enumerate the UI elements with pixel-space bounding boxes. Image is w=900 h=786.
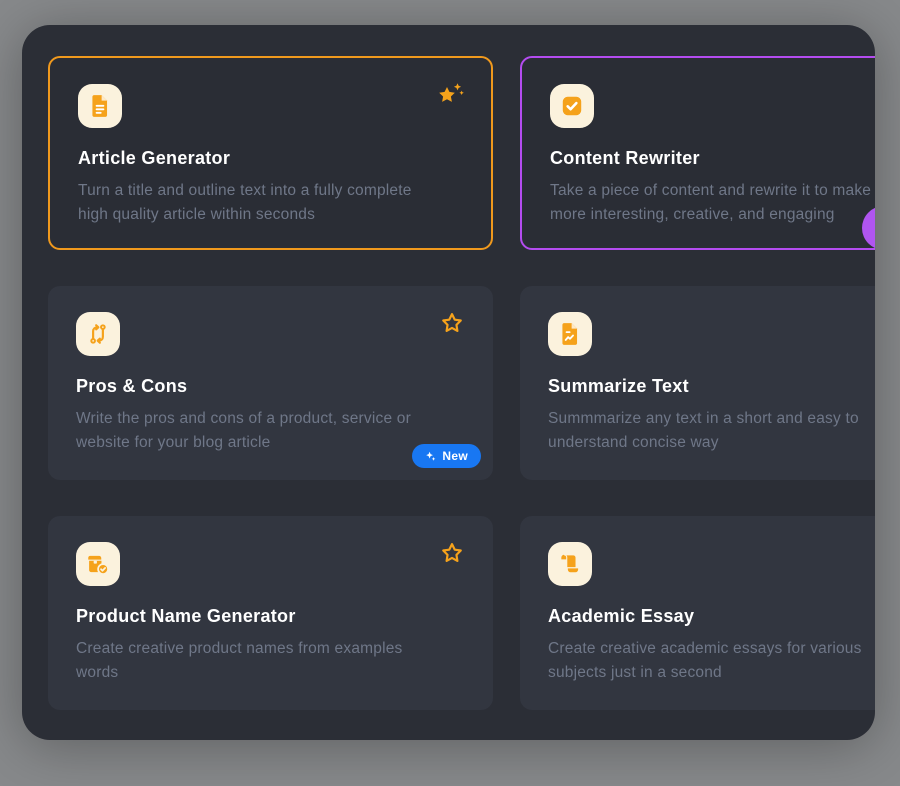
tool-card-academic-essay[interactable]: Academic Essay Create creative academic … [520, 516, 875, 710]
icon-tile [548, 312, 592, 356]
card-description: Create creative product names from examp… [76, 637, 465, 685]
favorite-star-button[interactable] [437, 308, 467, 338]
icon-tile [550, 84, 594, 128]
swap-arrows-icon [85, 321, 111, 347]
description-line: Create creative product names from examp… [76, 637, 465, 661]
card-title: Pros & Cons [76, 376, 465, 397]
star-outline-icon [439, 540, 465, 566]
tool-card-content-rewriter[interactable]: Content Rewriter Take a piece of content… [520, 56, 875, 250]
icon-tile [548, 542, 592, 586]
new-badge: New [412, 444, 481, 468]
icon-tile [78, 84, 122, 128]
article-document-icon [87, 93, 113, 119]
description-line: understand concise way [548, 431, 875, 455]
star-filled-sparkle-icon [435, 81, 465, 109]
tools-panel: Article Generator Turn a title and outli… [22, 25, 875, 740]
package-check-icon [85, 551, 111, 577]
card-title: Academic Essay [548, 606, 875, 627]
tool-card-product-name-generator[interactable]: Product Name Generator Create creative p… [48, 516, 493, 710]
description-line: Write the pros and cons of a product, se… [76, 407, 465, 431]
icon-tile [76, 542, 120, 586]
description-line: Summmarize any text in a short and easy … [548, 407, 875, 431]
description-line: words [76, 661, 465, 685]
card-title: Summarize Text [548, 376, 875, 397]
checkbox-icon [559, 93, 585, 119]
card-description: Turn a title and outline text into a ful… [78, 179, 463, 227]
card-title: Content Rewriter [550, 148, 875, 169]
description-line: subjects just in a second [548, 661, 875, 685]
card-title: Product Name Generator [76, 606, 465, 627]
card-description: Take a piece of content and rewrite it t… [550, 179, 875, 227]
description-line: Turn a title and outline text into a ful… [78, 179, 463, 203]
sparkle-icon [425, 451, 436, 462]
favorite-star-button[interactable] [437, 538, 467, 568]
card-title: Article Generator [78, 148, 463, 169]
description-line: Create creative academic essays for vari… [548, 637, 875, 661]
summary-document-icon [557, 321, 583, 347]
new-badge-label: New [442, 449, 468, 463]
card-description: Create creative academic essays for vari… [548, 637, 875, 685]
tool-card-pros-cons[interactable]: Pros & Cons Write the pros and cons of a… [48, 286, 493, 480]
tool-card-article-generator[interactable]: Article Generator Turn a title and outli… [48, 56, 493, 250]
description-line: high quality article within seconds [78, 203, 463, 227]
scroll-icon [557, 551, 583, 577]
description-line: website for your blog article [76, 431, 465, 455]
icon-tile [76, 312, 120, 356]
card-description: Summmarize any text in a short and easy … [548, 407, 875, 455]
star-outline-icon [439, 310, 465, 336]
description-line: Take a piece of content and rewrite it t… [550, 179, 875, 203]
tool-card-summarize-text[interactable]: Summarize Text Summmarize any text in a … [520, 286, 875, 480]
tool-card-grid: Article Generator Turn a title and outli… [48, 56, 875, 710]
description-line: more interesting, creative, and engaging [550, 203, 875, 227]
card-description: Write the pros and cons of a product, se… [76, 407, 465, 455]
favorite-star-button[interactable] [435, 80, 465, 110]
page-background: Article Generator Turn a title and outli… [0, 0, 900, 786]
